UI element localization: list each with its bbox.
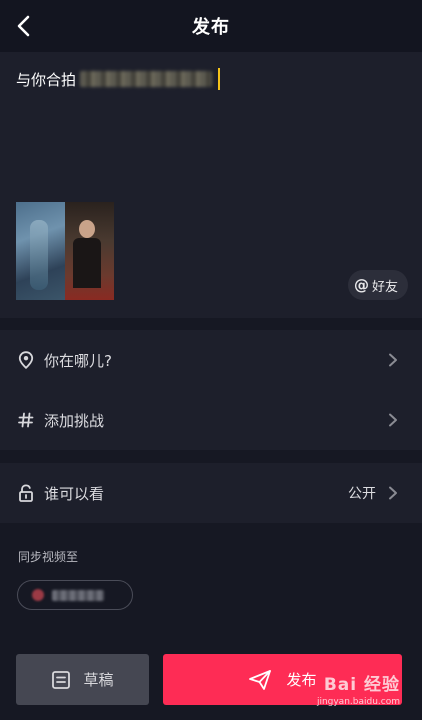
save-draft-label: 草稿 bbox=[83, 671, 114, 689]
add-challenge-label: 添加挑战 bbox=[44, 411, 105, 430]
visibility-label: 谁可以看 bbox=[44, 484, 105, 503]
mention-friends-button[interactable]: @ 好友 bbox=[347, 270, 408, 300]
text-cursor bbox=[218, 68, 221, 90]
hashtag-icon bbox=[17, 411, 35, 429]
unlock-icon bbox=[17, 484, 35, 502]
publish-label: 发布 bbox=[286, 671, 317, 689]
caption-prefix: 与你合拍 bbox=[16, 70, 77, 89]
back-button[interactable] bbox=[10, 12, 38, 40]
chevron-right-icon bbox=[389, 486, 397, 500]
thumbnail-left-frame bbox=[16, 202, 65, 300]
send-icon bbox=[249, 669, 272, 690]
location-pin-icon bbox=[17, 351, 35, 369]
mention-friends-label: 好友 bbox=[371, 279, 398, 295]
thumbnail-right-frame bbox=[65, 202, 114, 300]
platform-icon bbox=[32, 589, 44, 601]
page-title: 发布 bbox=[192, 17, 230, 38]
at-icon: @ bbox=[353, 276, 369, 294]
sync-section-title: 同步视频至 bbox=[18, 550, 79, 564]
video-thumbnail[interactable] bbox=[16, 202, 114, 300]
top-bar: 发布 bbox=[0, 0, 422, 52]
chevron-left-icon bbox=[17, 15, 30, 37]
chevron-right-icon bbox=[389, 353, 397, 367]
blurred-username bbox=[80, 71, 213, 87]
visibility-value: 公开 bbox=[348, 486, 376, 502]
location-label: 你在哪儿? bbox=[44, 351, 112, 370]
blurred-platform-name bbox=[52, 589, 104, 601]
visibility-row[interactable]: 谁可以看 公开 bbox=[0, 463, 422, 523]
add-challenge-row[interactable]: 添加挑战 bbox=[0, 390, 422, 450]
publish-button[interactable]: 发布 bbox=[163, 654, 402, 705]
sync-platform-chip[interactable] bbox=[17, 580, 133, 610]
compose-panel: 与你合拍 @ 好友 bbox=[0, 52, 422, 318]
chevron-right-icon bbox=[389, 413, 397, 427]
caption-input[interactable]: 与你合拍 bbox=[16, 68, 221, 90]
save-draft-button[interactable]: 草稿 bbox=[16, 654, 149, 705]
draft-save-icon bbox=[52, 670, 71, 689]
location-row[interactable]: 你在哪儿? bbox=[0, 330, 422, 390]
